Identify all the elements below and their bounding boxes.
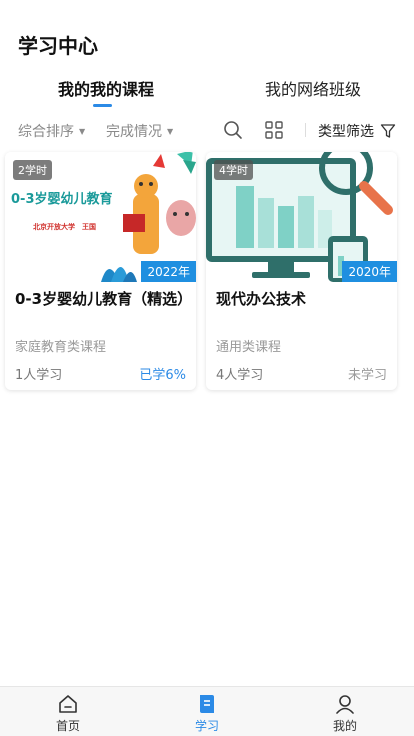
caret-down-icon: ▼ [79,126,86,136]
nav-mine[interactable]: 我的 [315,693,375,734]
learner-count: 1人学习 [15,368,63,383]
course-tabs: 我的我的课程 我的网络班级 [0,72,414,108]
nav-home-label: 首页 [55,719,80,733]
cover-title: 0-3岁婴幼儿教育 [11,192,113,207]
course-card[interactable]: 4学时 2020年 现代办公技术 通用类课程 4人学习 未学习 [206,152,397,390]
caret-down-icon: ▼ [167,126,174,136]
course-progress: 未学习 [347,368,387,383]
cover-subtitle: 北京开放大学 王国 [33,223,96,231]
learner-count: 4人学习 [216,368,264,383]
course-card[interactable]: 0-3岁婴幼儿教育 北京开放大学 王国 2学时 2022年 0-3岁婴幼儿教育（… [5,152,196,390]
course-category: 家庭教育类课程 [15,340,107,355]
search-icon[interactable] [223,120,243,140]
nav-home[interactable]: 首页 [38,693,98,734]
completion-dropdown[interactable]: 完成情况 ▼ [106,121,173,141]
page-title: 学习中心 [18,34,98,58]
hours-badge: 2学时 [13,160,52,180]
funnel-icon [380,124,396,138]
course-cover: 0-3岁婴幼儿教育 北京开放大学 王国 2学时 2022年 [5,152,196,282]
course-title: 现代办公技术 [216,290,307,308]
filter-bar: 综合排序 ▼ 完成情况 ▼ 类型筛选 [0,118,414,144]
course-progress: 已学6% [139,368,186,383]
book-icon [200,695,214,713]
tab-indicator [93,104,112,107]
grid-view-icon[interactable] [264,120,284,140]
course-title: 0-3岁婴幼儿教育（精选） [15,290,193,308]
tab-my-classes[interactable]: 我的网络班级 [265,76,361,100]
nav-study[interactable]: 学习 [177,693,237,734]
course-category: 通用类课程 [216,340,282,355]
sort-label: 综合排序 [18,124,74,140]
hours-badge: 4学时 [214,160,253,180]
divider [305,123,306,137]
sort-dropdown[interactable]: 综合排序 ▼ [18,121,85,141]
nav-study-label: 学习 [194,719,219,733]
course-cover: 4学时 2020年 [206,152,397,282]
type-filter-button[interactable]: 类型筛选 [318,121,396,141]
home-icon [59,695,77,713]
nav-mine-label: 我的 [332,719,357,733]
year-badge: 2022年 [141,261,196,282]
year-badge: 2020年 [342,261,397,282]
tab-my-courses[interactable]: 我的我的课程 [58,76,154,100]
bottom-nav: 首页 学习 我的 [0,686,414,736]
type-filter-label: 类型筛选 [318,124,374,140]
completion-label: 完成情况 [106,124,162,140]
user-icon [336,695,354,714]
